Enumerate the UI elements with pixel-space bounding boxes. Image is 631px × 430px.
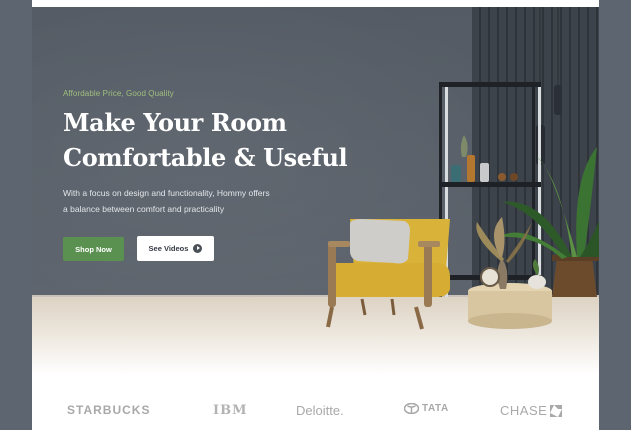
chase-logo: CHASE [500,403,563,418]
starbucks-logo: STARBUCKS [67,403,151,417]
headline-line-1: Make Your Room [63,108,287,137]
deloitte-logo: Deloitte. [296,403,344,418]
tata-icon [404,403,419,414]
armchair [326,219,450,330]
chase-label: CHASE [500,403,548,418]
shop-now-label: Shop Now [75,244,112,254]
potted-plant-large [500,147,599,297]
description-line-1: With a focus on design and functionality… [63,188,270,198]
top-strip [32,0,599,7]
description-line-2: a balance between comfort and practicali… [63,204,225,214]
play-icon [193,244,203,253]
shelf-unit [439,82,541,297]
page-frame: Affordable Price, Good Quality Make Your… [32,0,599,430]
hero-headline: Make Your Room Comfortable & Useful [63,105,348,175]
hero-eyebrow: Affordable Price, Good Quality [63,89,174,98]
hero-section: Affordable Price, Good Quality Make Your… [32,7,599,375]
see-videos-button[interactable]: See Videos [137,236,214,261]
see-videos-label: See Videos [148,244,189,253]
ibm-logo: IBM [213,403,248,418]
tata-logo: TATA [404,403,449,414]
headline-line-2: Comfortable & Useful [63,143,348,172]
tata-label: TATA [422,403,449,414]
shop-now-button[interactable]: Shop Now [63,237,124,261]
brand-logos: STARBUCKS IBM Deloitte. TATA CHASE [32,395,599,425]
hero-description: With a focus on design and functionality… [63,185,303,217]
chase-icon [550,404,563,417]
